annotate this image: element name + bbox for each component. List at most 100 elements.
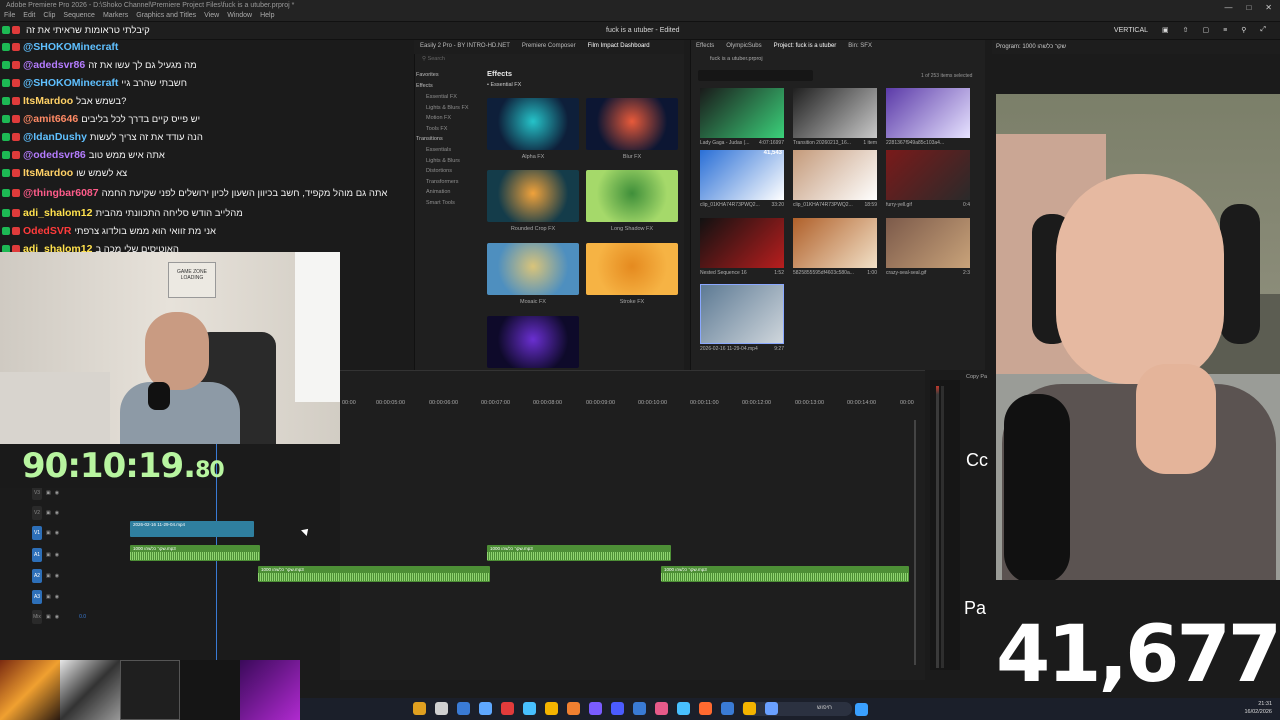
taskbar-app-icon[interactable]: [633, 702, 646, 715]
tab-easily[interactable]: Easily 2 Pro - BY INTRO-HD.NET: [414, 40, 516, 54]
fx-sidebar-item[interactable]: Lights & Blurs: [416, 156, 482, 167]
taskbar-clock[interactable]: 21:31 16/02/2026: [1244, 700, 1272, 716]
timeline-ruler[interactable]: 00:00 00:00:05:00 00:00:06:00 00:00:07:00 00…: [340, 396, 925, 410]
project-item-thumbnail[interactable]: [700, 218, 784, 268]
fx-search-input[interactable]: ⚲ Search: [422, 56, 678, 66]
program-title[interactable]: Program: שקר כלשהו 1000: [996, 44, 1066, 50]
chat-username[interactable]: ItsMardoo: [23, 95, 73, 107]
tab-effects[interactable]: Effects: [690, 40, 720, 54]
fx-sidebar-item[interactable]: Essential FX: [416, 92, 482, 103]
chat-username[interactable]: @SHOKOMinecraft: [23, 77, 118, 89]
fx-sidebar-item[interactable]: Smart Tools: [416, 198, 482, 209]
menu-sequence[interactable]: Sequence: [63, 12, 95, 19]
menu-help[interactable]: Help: [260, 12, 274, 19]
timeline-scrollbar[interactable]: [914, 420, 916, 665]
audio-clip[interactable]: שקר כלשהו 1000.mp3: [130, 545, 260, 561]
eye-icon[interactable]: ◉: [55, 614, 59, 620]
taskbar-app-icon[interactable]: [589, 702, 602, 715]
expand-icon[interactable]: ⤢: [1260, 26, 1266, 34]
taskbar-app-icon[interactable]: [523, 702, 536, 715]
fx-sidebar-item[interactable]: Favorites: [416, 70, 482, 81]
maximize-icon[interactable]: □: [1246, 3, 1251, 12]
fx-sidebar-item[interactable]: Motion FX: [416, 113, 482, 124]
lock-icon[interactable]: ▣: [46, 573, 51, 579]
project-item-thumbnail[interactable]: [700, 284, 784, 344]
track-target-toggle[interactable]: A1: [32, 548, 42, 562]
menu-markers[interactable]: Markers: [103, 12, 128, 19]
fx-effect-thumbnail[interactable]: [487, 243, 579, 295]
lock-icon[interactable]: ▣: [46, 490, 51, 496]
fx-effect-thumbnail[interactable]: [487, 316, 579, 368]
fx-sidebar-item[interactable]: Effects: [416, 81, 482, 92]
eye-icon[interactable]: ◉: [55, 594, 59, 600]
menu-icon[interactable]: ≡: [1223, 27, 1227, 34]
taskbar-app-icon[interactable]: [677, 702, 690, 715]
workspace-icon[interactable]: ▣: [1162, 26, 1169, 34]
tab-premiere-composer[interactable]: Premiere Composer: [516, 40, 582, 54]
minimize-icon[interactable]: —: [1224, 3, 1232, 12]
menu-window[interactable]: Window: [227, 12, 252, 19]
taskbar-app-icon[interactable]: [501, 702, 514, 715]
menu-graphics[interactable]: Graphics and Titles: [136, 12, 196, 19]
lock-icon[interactable]: ▣: [46, 510, 51, 516]
project-item-thumbnail[interactable]: [886, 150, 970, 200]
workspace-label[interactable]: VERTICAL: [1114, 27, 1148, 34]
audio-clip[interactable]: שקר כלשהו 1000.mp3: [487, 545, 671, 561]
fx-sidebar-item[interactable]: Tools FX: [416, 124, 482, 135]
project-item-thumbnail[interactable]: [886, 88, 970, 138]
fx-sidebar-item[interactable]: Lights & Blurs FX: [416, 103, 482, 114]
menu-file[interactable]: File: [4, 12, 15, 19]
chat-username[interactable]: @IdanDushy: [23, 131, 87, 143]
project-item-thumbnail[interactable]: 41,543: [700, 150, 784, 200]
search-icon[interactable]: ⚲: [1241, 26, 1246, 34]
track-target-toggle[interactable]: V3: [32, 486, 42, 500]
chat-username[interactable]: @adedsvr86: [23, 59, 85, 71]
taskbar-app-icon[interactable]: [413, 702, 426, 715]
fx-effect-thumbnail[interactable]: [586, 170, 678, 222]
fx-sidebar-item[interactable]: Animation: [416, 187, 482, 198]
menu-edit[interactable]: Edit: [23, 12, 35, 19]
fx-effect-thumbnail[interactable]: [586, 243, 678, 295]
eye-icon[interactable]: ◉: [55, 530, 59, 536]
taskbar-app-icon[interactable]: [699, 702, 712, 715]
close-icon[interactable]: ✕: [1265, 3, 1272, 12]
taskbar-app-icon[interactable]: [743, 702, 756, 715]
fx-effect-thumbnail[interactable]: [586, 98, 678, 150]
chat-username[interactable]: @SHOKOMinecraft: [23, 41, 118, 53]
audio-clip[interactable]: שקר כלשהו 1000.mp3: [258, 566, 490, 582]
taskbar-app-icon[interactable]: [479, 702, 492, 715]
fx-effect-thumbnail[interactable]: [487, 170, 579, 222]
chat-username[interactable]: OdedSVR: [23, 225, 71, 237]
project-item-thumbnail[interactable]: [793, 150, 877, 200]
project-item-thumbnail[interactable]: [793, 218, 877, 268]
tab-film-impact[interactable]: Film Impact Dashboard: [582, 40, 656, 54]
tab-bin-sfx[interactable]: Bin: SFX: [842, 40, 878, 54]
eye-icon[interactable]: ◉: [55, 510, 59, 516]
chat-username[interactable]: adi_shalom12: [23, 207, 92, 219]
project-item-thumbnail[interactable]: [886, 218, 970, 268]
chat-username[interactable]: @amit6646: [23, 113, 78, 125]
project-item-thumbnail[interactable]: [793, 88, 877, 138]
taskbar-search[interactable]: חיפוש: [742, 702, 852, 716]
video-clip[interactable]: 2026-02-16 11-29-04.mp4: [130, 521, 254, 537]
tab-project[interactable]: Project: fuck is a utuber: [768, 40, 843, 54]
taskbar-app-icon[interactable]: [545, 702, 558, 715]
menu-view[interactable]: View: [204, 12, 219, 19]
eye-icon[interactable]: ◉: [55, 552, 59, 558]
fx-sidebar-item[interactable]: Transitions: [416, 134, 482, 145]
menu-clip[interactable]: Clip: [43, 12, 55, 19]
taskbar-app-icon[interactable]: [765, 702, 778, 715]
taskbar-app-icon[interactable]: [655, 702, 668, 715]
quick-export-icon[interactable]: ⇧: [1183, 26, 1189, 34]
share-icon[interactable]: ▢: [1203, 26, 1210, 34]
chat-username[interactable]: ItsMardoo: [23, 167, 73, 179]
track-target-toggle[interactable]: V1: [32, 526, 42, 540]
taskbar-app-icon[interactable]: [611, 702, 624, 715]
fx-sidebar-item[interactable]: Distortions: [416, 166, 482, 177]
tab-olympicsubs[interactable]: OlympicSubs: [720, 40, 767, 54]
chat-username[interactable]: @thingbar6087: [23, 187, 99, 199]
taskbar-app-icon[interactable]: [457, 702, 470, 715]
fx-sidebar-item[interactable]: Transformers: [416, 177, 482, 188]
chat-username[interactable]: @odedsvr86: [23, 149, 86, 161]
track-target-toggle[interactable]: A3: [32, 590, 42, 604]
